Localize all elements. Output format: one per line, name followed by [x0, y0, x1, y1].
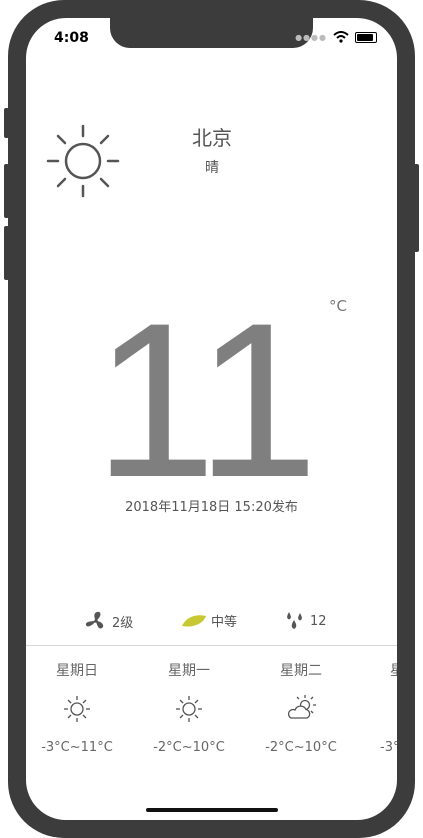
forecast-day: 星期日 -3°C~11°C: [26, 660, 133, 755]
current-temperature: 11: [94, 277, 318, 523]
divider: [26, 645, 397, 646]
screen: 4:08 ●●●● 北京 晴 11 °C 2018年11月18日 15:20发布: [26, 18, 397, 820]
forecast-temp-range: -2°C~10°C: [265, 740, 337, 755]
air-quality-value: 中等: [211, 615, 238, 630]
wifi-icon: [333, 31, 349, 43]
volume-down-button: [4, 226, 9, 280]
volume-up-button: [4, 164, 9, 218]
signal-dots-icon: ●●●●: [295, 32, 327, 42]
forecast-day-label: 星期二: [280, 663, 322, 679]
humidity-value: 12: [310, 613, 327, 629]
weather-condition: 晴: [205, 160, 219, 176]
notch: [110, 18, 313, 48]
sun-icon: [64, 696, 90, 722]
status-time: 4:08: [54, 30, 89, 46]
mute-switch: [4, 108, 9, 138]
forecast-day: 星期一 -2°C~10°C: [133, 660, 245, 755]
forecast-temp-range: -3°C~11°C: [41, 740, 113, 755]
forecast-day-label: 星: [357, 660, 397, 680]
city-name: 北京: [192, 126, 232, 150]
air-quality-info: 中等: [181, 611, 237, 630]
forecast-day: 星期二 -2°C~10°C: [245, 660, 357, 755]
forecast-day-label: 星期一: [168, 663, 210, 679]
battery-icon: [355, 31, 377, 43]
forecast-temp-range: -3°: [380, 740, 397, 755]
water-drops-icon: [287, 612, 302, 629]
forecast-day: 星 -3°: [357, 660, 397, 755]
details-row: 2级 中等 12: [26, 611, 397, 631]
fan-icon: [85, 611, 104, 629]
sun-icon: [176, 696, 202, 722]
sun-icon: [46, 124, 120, 198]
leaf-icon: [182, 614, 206, 627]
forecast-day-label: 星期日: [56, 663, 98, 679]
home-indicator[interactable]: [146, 808, 278, 812]
wind-value: 2级: [112, 615, 134, 631]
publish-time: 2018年11月18日 15:20发布: [125, 500, 298, 515]
status-indicators: ●●●●: [295, 31, 377, 43]
humidity-info: 12: [284, 611, 327, 631]
partly-cloudy-icon: [287, 695, 316, 719]
wind-info: 2级: [84, 611, 133, 631]
temperature-unit: °C: [329, 297, 347, 315]
power-button: [414, 164, 419, 252]
forecast-temp-range: -2°C~10°C: [153, 740, 225, 755]
